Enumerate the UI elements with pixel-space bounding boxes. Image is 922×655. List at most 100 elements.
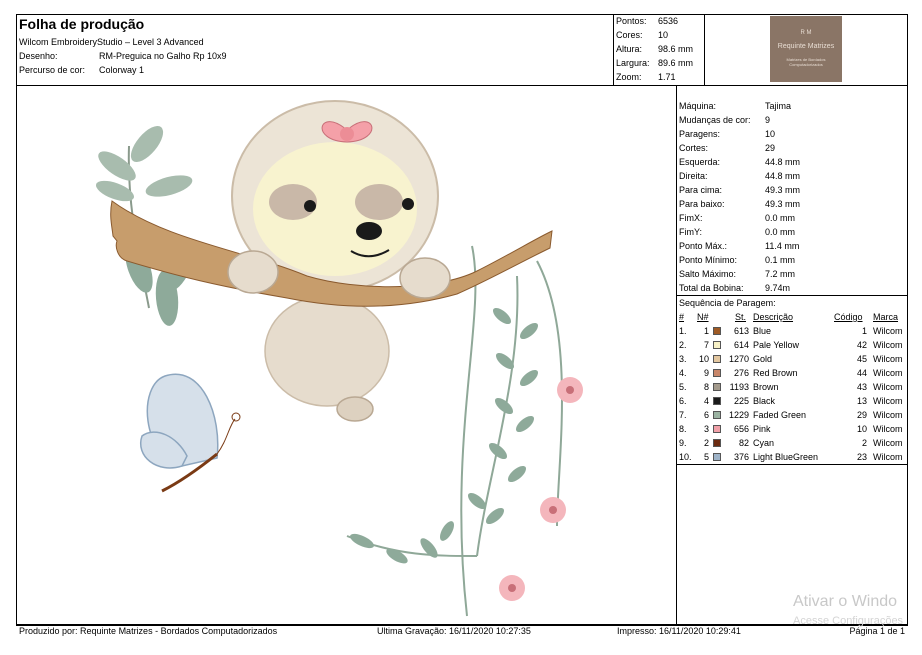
- info-value: 0.0 mm: [765, 227, 796, 237]
- last-saved-text: Ultima Gravação: 16/11/2020 10:27:35: [377, 626, 531, 636]
- header: Folha de produção Wilcom EmbroideryStudi…: [17, 15, 907, 86]
- color-description: Faded Green: [753, 410, 807, 420]
- stop-number: 9: [703, 368, 709, 378]
- row-number: 7.: [679, 410, 687, 420]
- header-details: Folha de produção Wilcom EmbroideryStudi…: [17, 15, 614, 85]
- stat-value: 1.71: [658, 72, 676, 82]
- row-number: 10.: [679, 452, 692, 462]
- logo-monogram: R M: [800, 30, 812, 36]
- thread-color-swatch: [713, 411, 721, 419]
- column-header: Descrição: [753, 312, 794, 322]
- stop-number: 10: [698, 354, 709, 364]
- color-description: Red Brown: [753, 368, 798, 378]
- color-description: Pale Yellow: [753, 340, 800, 350]
- color-code: 43: [856, 382, 867, 392]
- stop-number: 8: [703, 382, 709, 392]
- stat-value: 10: [658, 30, 669, 40]
- footer: Produzido por: Requinte Matrizes - Borda…: [17, 624, 907, 637]
- info-value: 7.2 mm: [765, 269, 796, 279]
- stat-value: 98.6 mm: [658, 44, 694, 54]
- color-code: 10: [856, 424, 867, 434]
- thread-color-swatch: [713, 425, 721, 433]
- info-value: 10: [765, 129, 776, 139]
- info-label: Para baixo:: [679, 199, 725, 209]
- row-number: 4.: [679, 368, 687, 378]
- color-description: Pink: [753, 424, 771, 434]
- thread-brand: Wilcom: [873, 368, 903, 378]
- info-value: 9: [765, 115, 771, 125]
- thread-brand: Wilcom: [873, 410, 903, 420]
- stitch-count: 614: [733, 340, 749, 350]
- stop-number: 7: [703, 340, 709, 350]
- column-header: Código: [834, 312, 863, 322]
- software-name: Wilcom EmbroideryStudio – Level 3 Advanc…: [19, 37, 204, 47]
- info-label: Paragens:: [679, 129, 721, 139]
- stop-number: 5: [703, 452, 709, 462]
- stitch-count: 82: [738, 438, 749, 448]
- stitch-count: 613: [733, 326, 749, 336]
- column-header: N#: [697, 312, 709, 322]
- stitch-count: 656: [733, 424, 749, 434]
- thread-color-swatch: [713, 341, 721, 349]
- color-code: 29: [856, 410, 867, 420]
- stop-number: 1: [703, 326, 709, 336]
- design-preview: [17, 86, 677, 624]
- color-description: Brown: [753, 382, 779, 392]
- stop-number: 2: [703, 438, 709, 448]
- stat-value: 89.6 mm: [658, 58, 694, 68]
- info-label: Esquerda:: [679, 157, 721, 167]
- sequence-title: Sequência de Paragem:: [679, 298, 776, 308]
- info-label: Cortes:: [679, 143, 709, 153]
- info-label: Máquina:: [679, 101, 717, 111]
- info-value: 49.3 mm: [765, 185, 801, 195]
- thread-brand: Wilcom: [873, 452, 903, 462]
- thread-brand: Wilcom: [873, 396, 903, 406]
- logo-name: Requinte Matrizes: [777, 43, 835, 50]
- stop-number: 4: [703, 396, 709, 406]
- company-logo: R M Requinte Matrizes Matrizes de Bordad…: [770, 16, 842, 82]
- info-value: 49.3 mm: [765, 199, 801, 209]
- row-number: 3.: [679, 354, 687, 364]
- page-number: Página 1 de 1: [849, 626, 905, 636]
- stat-label: Zoom:: [616, 72, 642, 82]
- info-label: Direita:: [679, 171, 708, 181]
- stitch-count: 1193: [729, 382, 749, 392]
- thread-color-swatch: [713, 453, 721, 461]
- info-value: Tajima: [765, 101, 792, 111]
- activation-watermark-sub: Acesse Configurações: [793, 615, 904, 627]
- thread-color-swatch: [713, 355, 721, 363]
- stat-value: 6536: [658, 16, 679, 26]
- activation-watermark: Ativar o Windo: [793, 593, 898, 610]
- production-sheet: Folha de produção Wilcom EmbroideryStudi…: [16, 14, 908, 636]
- thread-color-swatch: [713, 327, 721, 335]
- info-value: 44.8 mm: [765, 157, 801, 167]
- row-number: 6.: [679, 396, 687, 406]
- color-code: 42: [856, 340, 867, 350]
- row-number: 9.: [679, 438, 687, 448]
- thread-brand: Wilcom: [873, 354, 903, 364]
- stitch-count: 1270: [728, 354, 749, 364]
- info-label: Ponto Máx.:: [679, 241, 728, 251]
- logo-tagline: Matrizes de Bordados Computadorizados: [786, 57, 826, 67]
- thread-brand: Wilcom: [873, 438, 903, 448]
- color-code: 1: [861, 326, 867, 336]
- design-label: Desenho:: [19, 51, 58, 61]
- stat-label: Largura:: [616, 58, 650, 68]
- info-value: 11.4 mm: [765, 241, 800, 251]
- thread-color-swatch: [713, 369, 721, 377]
- info-label: FimX:: [679, 213, 703, 223]
- color-code: 13: [856, 396, 867, 406]
- stop-sequence-table: Sequência de Paragem: # N# St. Descrição…: [677, 295, 907, 465]
- column-header: #: [679, 312, 685, 322]
- colorway-label: Percurso de cor:: [19, 65, 86, 75]
- thread-brand: Wilcom: [873, 382, 903, 392]
- thread-brand: Wilcom: [873, 326, 903, 336]
- info-value: 29: [765, 143, 776, 153]
- embroidery-design-illustration: [96, 100, 583, 617]
- color-code: 45: [856, 354, 867, 364]
- info-value: 0.1 mm: [765, 255, 796, 265]
- stitch-count: 376: [733, 452, 749, 462]
- stop-number: 6: [703, 410, 709, 420]
- butterfly-icon: [139, 373, 241, 493]
- info-value: 9.74m: [765, 283, 791, 293]
